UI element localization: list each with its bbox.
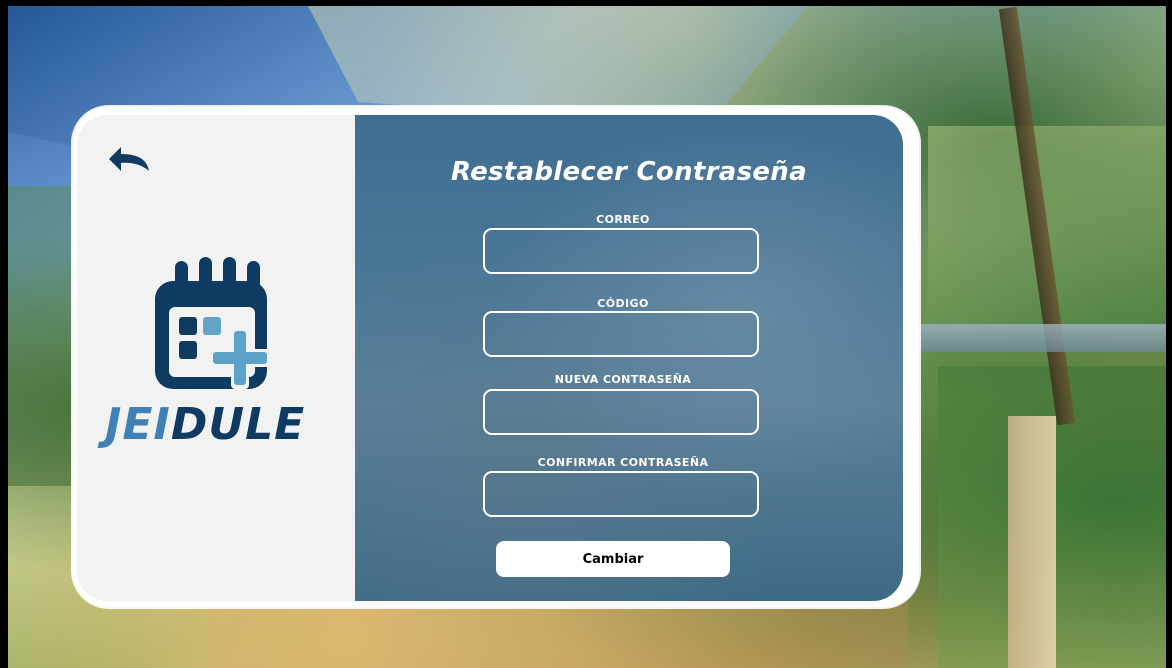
screen: JEIDULE Restablecer Contraseña CORREO CÓ…: [0, 0, 1172, 668]
confirm-password-field[interactable]: [483, 471, 759, 517]
code-label: CÓDIGO: [597, 297, 649, 310]
back-arrow-icon[interactable]: [107, 145, 151, 175]
form-title: Restablecer Contraseña: [451, 157, 807, 187]
calendar-plus-icon: [155, 257, 271, 389]
form-panel: Restablecer Contraseña CORREO CÓDIGO NUE…: [355, 115, 903, 601]
new-password-label: NUEVA CONTRASEÑA: [554, 373, 692, 386]
code-field[interactable]: [483, 311, 759, 357]
email-field[interactable]: [483, 228, 759, 274]
brand-name-part1: JEI: [105, 399, 171, 450]
change-button[interactable]: Cambiar: [496, 541, 730, 577]
email-label: CORREO: [596, 213, 650, 226]
new-password-field[interactable]: [483, 389, 759, 435]
brand-name: JEIDULE: [105, 398, 335, 452]
reset-password-card: JEIDULE Restablecer Contraseña CORREO CÓ…: [73, 107, 919, 607]
confirm-password-label: CONFIRMAR CONTRASEÑA: [537, 456, 709, 469]
brand-panel: JEIDULE: [77, 115, 355, 601]
brand-name-part2: DULE: [170, 399, 306, 450]
